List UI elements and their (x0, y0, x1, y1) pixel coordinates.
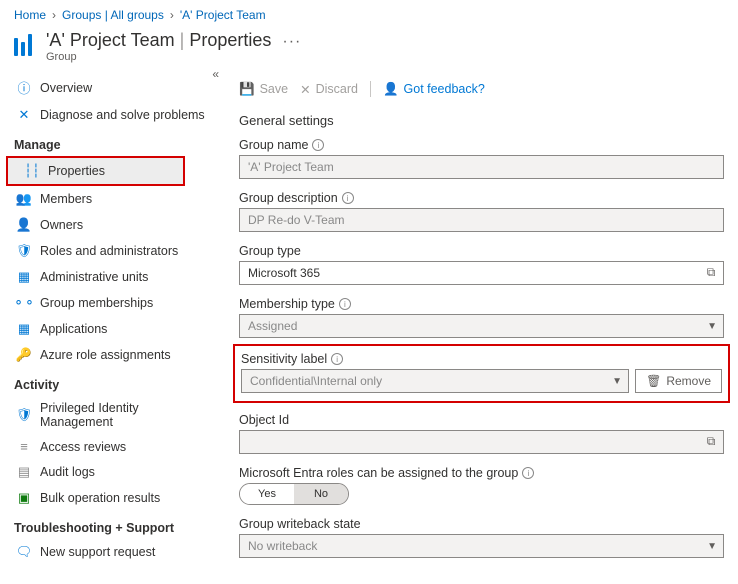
key-icon: 🔑 (16, 347, 32, 363)
input-group-desc[interactable]: DP Re-do V-Team (239, 208, 724, 232)
sidebar-item-reviews[interactable]: ≡Access reviews (0, 434, 225, 459)
sidebar-item-groupmem[interactable]: ⚬⚬Group memberships (0, 290, 225, 316)
trash-icon: 🗑 (646, 374, 661, 388)
discard-button[interactable]: ✕Discard (300, 82, 358, 97)
copy-icon[interactable]: ⧉ (703, 264, 719, 280)
group-mem-icon: ⚬⚬ (16, 295, 32, 311)
highlight-sensitivity: Sensitivity labeli Confidential\Internal… (233, 344, 730, 403)
group-icon (14, 34, 36, 56)
sidebar-item-azureroles[interactable]: 🔑Azure role assignments (0, 342, 225, 368)
more-icon[interactable]: ··· (282, 33, 301, 50)
field-sensitivity: Sensitivity labeli Confidential\Internal… (241, 352, 722, 393)
breadcrumb-groups[interactable]: Groups | All groups (62, 8, 164, 22)
properties-icon: ┆┆ (24, 163, 40, 179)
sidebar: « ⓘOverview ✕Diagnose and solve problems… (0, 73, 225, 584)
page-title: 'A' Project Team | Properties ··· (46, 30, 301, 51)
sidebar-item-bulk[interactable]: ▣Bulk operation results (0, 485, 225, 511)
chevron-right-icon: › (52, 8, 56, 22)
sidebar-item-adminunits[interactable]: ▦Administrative units (0, 264, 225, 290)
input-group-type[interactable]: Microsoft 365⧉ (239, 261, 724, 285)
apps-icon: ▦ (16, 321, 32, 337)
field-writeback: Group writeback state No writeback▼ (239, 517, 724, 558)
info-icon[interactable]: i (522, 467, 534, 479)
sidebar-item-members[interactable]: 👥Members (0, 186, 225, 212)
info-icon[interactable]: i (339, 298, 351, 310)
owners-icon: 👤 (16, 217, 32, 233)
input-object-id[interactable]: ⧉ (239, 430, 724, 454)
sidebar-item-support[interactable]: 🗨New support request (0, 539, 225, 565)
toolbar: 💾Save ✕Discard 👤Got feedback? (239, 73, 724, 107)
toggle-entra-roles[interactable]: Yes No (239, 483, 349, 505)
field-object-id: Object Id ⧉ (239, 413, 724, 454)
reviews-icon: ≡ (16, 439, 32, 454)
discard-icon: ✕ (300, 82, 310, 97)
collapse-icon[interactable]: « (212, 67, 219, 81)
sidebar-section-activity: Activity (0, 368, 225, 396)
copy-icon[interactable]: ⧉ (703, 433, 719, 449)
field-group-type: Group type Microsoft 365⧉ (239, 244, 724, 285)
sidebar-item-pim[interactable]: 🛡Privileged Identity Management (0, 396, 225, 434)
save-icon: 💾 (239, 82, 255, 97)
sidebar-item-roles[interactable]: 🛡Roles and administrators (0, 238, 225, 264)
pim-icon: 🛡 (16, 407, 32, 423)
chevron-right-icon: › (170, 8, 174, 22)
support-icon: 🗨 (16, 544, 32, 560)
sidebar-item-audit[interactable]: ▤Audit logs (0, 459, 225, 485)
field-group-name: Group namei 'A' Project Team (239, 138, 724, 179)
admin-units-icon: ▦ (16, 269, 32, 285)
toggle-yes[interactable]: Yes (240, 484, 294, 504)
select-writeback[interactable]: No writeback▼ (239, 534, 724, 558)
people-icon: 👥 (16, 191, 32, 207)
breadcrumb: Home › Groups | All groups › 'A' Project… (0, 0, 738, 26)
roles-icon: 🛡 (16, 243, 32, 259)
page-subtitle: Group (46, 51, 301, 63)
bulk-icon: ▣ (16, 490, 32, 506)
input-group-name[interactable]: 'A' Project Team (239, 155, 724, 179)
field-membership-type: Membership typei Assigned▼ (239, 297, 724, 338)
page-title-bar: 'A' Project Team | Properties ··· Group (0, 26, 738, 73)
sidebar-section-trouble: Troubleshooting + Support (0, 511, 225, 539)
info-icon[interactable]: i (331, 353, 343, 365)
sidebar-item-diagnose[interactable]: ✕Diagnose and solve problems (0, 102, 225, 128)
breadcrumb-current[interactable]: 'A' Project Team (180, 8, 266, 22)
chevron-down-icon: ▼ (707, 321, 717, 332)
breadcrumb-home[interactable]: Home (14, 8, 46, 22)
sidebar-item-properties[interactable]: ┆┆Properties (8, 158, 183, 184)
wrench-icon: ✕ (16, 107, 32, 123)
feedback-button[interactable]: 👤Got feedback? (383, 82, 485, 97)
separator (370, 81, 371, 97)
sidebar-item-owners[interactable]: 👤Owners (0, 212, 225, 238)
sidebar-section-manage: Manage (0, 128, 225, 156)
chevron-down-icon: ▼ (612, 376, 622, 387)
sidebar-item-apps[interactable]: ▦Applications (0, 316, 225, 342)
field-entra-roles: Microsoft Entra roles can be assigned to… (239, 466, 724, 505)
remove-button[interactable]: 🗑Remove (635, 369, 722, 393)
section-general: General settings (239, 107, 724, 138)
info-icon[interactable]: i (342, 192, 354, 204)
info-icon[interactable]: i (312, 139, 324, 151)
save-button[interactable]: 💾Save (239, 82, 288, 97)
chevron-down-icon: ▼ (707, 541, 717, 552)
feedback-icon: 👤 (383, 82, 399, 97)
select-sensitivity[interactable]: Confidential\Internal only▼ (241, 369, 629, 393)
audit-icon: ▤ (16, 464, 32, 480)
main-content: 💾Save ✕Discard 👤Got feedback? General se… (225, 73, 738, 584)
select-membership-type[interactable]: Assigned▼ (239, 314, 724, 338)
field-group-desc: Group descriptioni DP Re-do V-Team (239, 191, 724, 232)
info-icon: ⓘ (16, 78, 32, 97)
toggle-no[interactable]: No (294, 484, 348, 504)
sidebar-item-overview[interactable]: ⓘOverview (0, 73, 225, 102)
